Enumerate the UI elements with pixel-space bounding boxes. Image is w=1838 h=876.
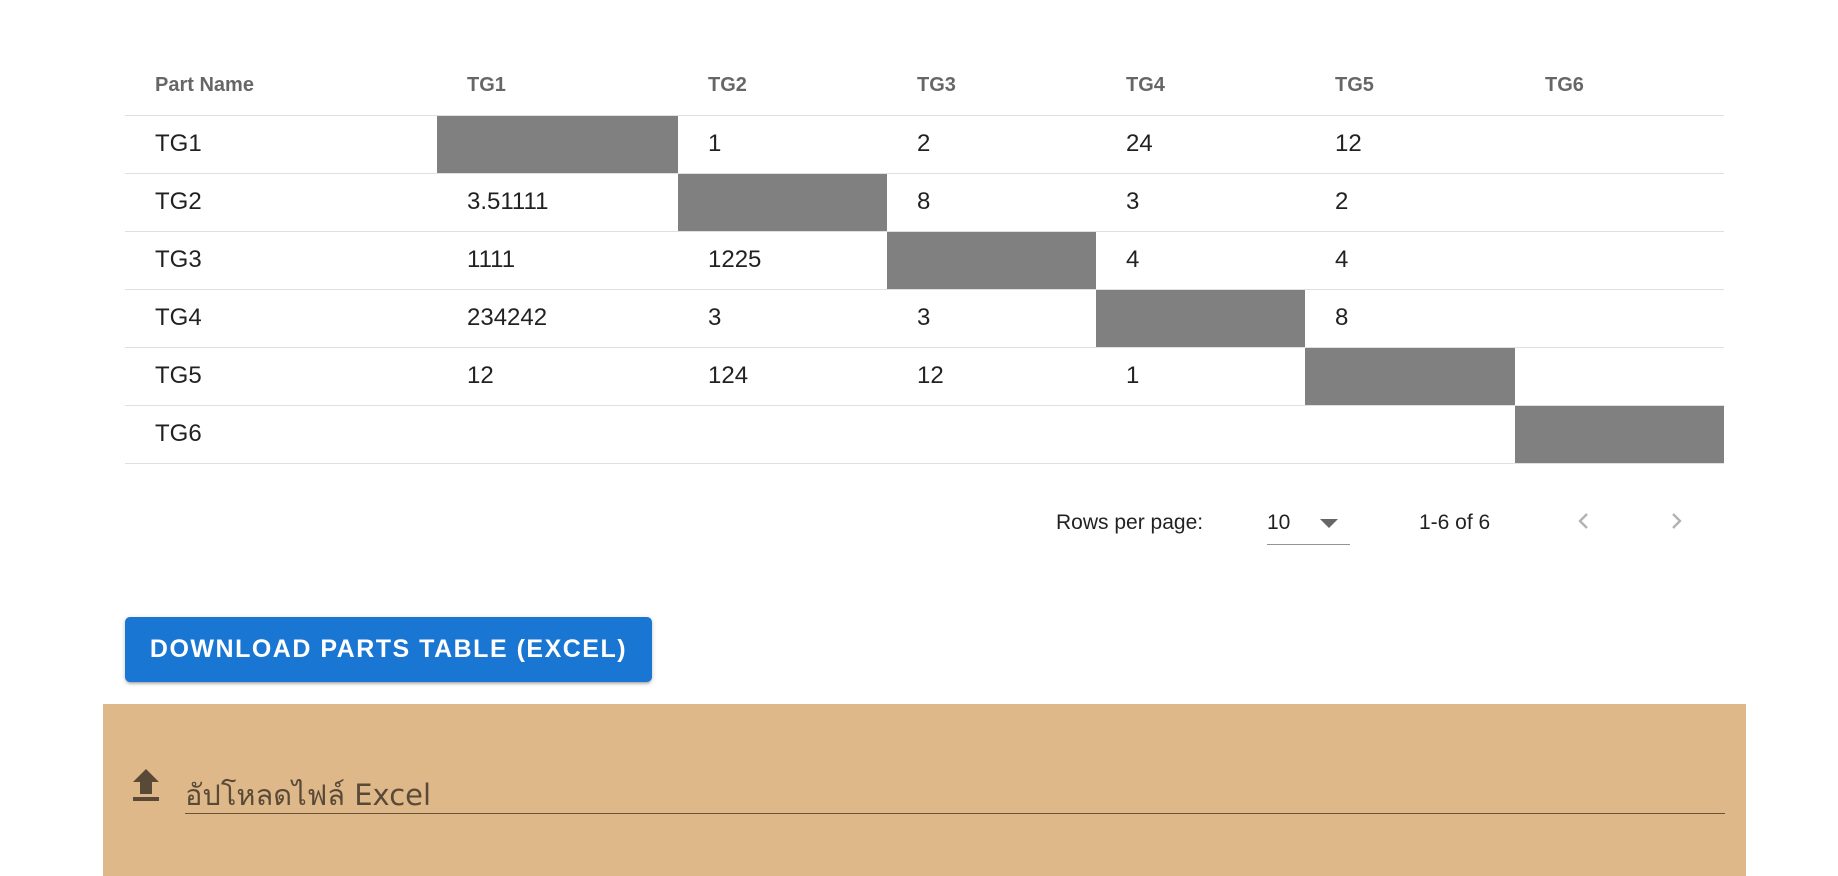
table-cell[interactable]: 3.51111	[437, 173, 678, 232]
column-header-tg2[interactable]: TG2	[678, 56, 887, 116]
table-cell[interactable]: 124	[678, 347, 887, 406]
table-cell[interactable]	[1515, 173, 1724, 232]
table-cell[interactable]	[1096, 405, 1305, 464]
table-cell[interactable]: 234242	[437, 289, 678, 348]
table-cell[interactable]: 4	[1305, 231, 1515, 290]
dropdown-arrow-icon	[1320, 519, 1338, 528]
table-cell[interactable]: 3	[678, 289, 887, 348]
table-cell[interactable]: 4	[1096, 231, 1305, 290]
table-row: TG2 3.51111 8 3 2	[125, 173, 1724, 232]
table-cell[interactable]: 12	[437, 347, 678, 406]
table-cell[interactable]	[1305, 405, 1515, 464]
table-row: TG4 234242 3 3 8	[125, 289, 1724, 348]
table-cell[interactable]: 1	[1096, 347, 1305, 406]
table-cell[interactable]: 1111	[437, 231, 678, 290]
table-cell[interactable]	[1515, 115, 1724, 174]
table-cell[interactable]: 3	[887, 289, 1096, 348]
table-cell[interactable]	[1515, 231, 1724, 290]
download-parts-table-button[interactable]: DOWNLOAD PARTS TABLE (EXCEL)	[125, 617, 652, 682]
column-header-tg4[interactable]: TG4	[1096, 56, 1305, 116]
previous-page-button[interactable]	[1562, 499, 1606, 543]
table-row: TG3 1111 1225 4 4	[125, 231, 1724, 290]
table-cell[interactable]	[437, 405, 678, 464]
row-name-cell: TG1	[125, 115, 437, 174]
table-cell[interactable]	[887, 405, 1096, 464]
table-cell[interactable]: 2	[887, 115, 1096, 174]
row-name-cell: TG3	[125, 231, 437, 290]
diagonal-cell	[887, 231, 1096, 290]
table-cell[interactable]: 12	[887, 347, 1096, 406]
table-cell[interactable]	[1515, 289, 1724, 348]
next-page-button[interactable]	[1654, 499, 1698, 543]
upload-panel: อัปโหลดไฟล์ Excel	[103, 704, 1746, 876]
table-header-row: Part Name TG1 TG2 TG3 TG4 TG5 TG6	[125, 56, 1724, 116]
column-header-tg3[interactable]: TG3	[887, 56, 1096, 116]
diagonal-cell	[437, 115, 678, 174]
column-header-tg1[interactable]: TG1	[437, 56, 678, 116]
diagonal-cell	[1515, 405, 1724, 464]
row-name-cell: TG6	[125, 405, 437, 464]
diagonal-cell	[1096, 289, 1305, 348]
table-cell[interactable]: 2	[1305, 173, 1515, 232]
upload-file-field[interactable]: อัปโหลดไฟล์ Excel	[185, 760, 1725, 814]
row-name-cell: TG4	[125, 289, 437, 348]
table-cell[interactable]: 24	[1096, 115, 1305, 174]
row-name-cell: TG5	[125, 347, 437, 406]
column-header-tg5[interactable]: TG5	[1305, 56, 1515, 116]
pagination-range: 1-6 of 6	[1419, 511, 1491, 534]
table-pagination: Rows per page: 10 1-6 of 6	[0, 495, 1838, 555]
table-cell[interactable]: 3	[1096, 173, 1305, 232]
rows-per-page-label: Rows per page:	[1056, 511, 1204, 534]
diagonal-cell	[1305, 347, 1515, 406]
table-row: TG1 1 2 24 12	[125, 115, 1724, 174]
table-cell[interactable]: 8	[1305, 289, 1515, 348]
rows-per-page-select[interactable]: 10	[1267, 499, 1350, 545]
upload-icon[interactable]	[130, 768, 162, 802]
table-cell[interactable]	[1515, 347, 1724, 406]
column-header-part-name[interactable]: Part Name	[125, 56, 437, 116]
row-name-cell: TG2	[125, 173, 437, 232]
table-cell[interactable]	[678, 405, 887, 464]
table-row: TG5 12 124 12 1	[125, 347, 1724, 406]
column-header-tg6[interactable]: TG6	[1515, 56, 1724, 116]
rows-per-page-value: 10	[1267, 511, 1291, 534]
table-cell[interactable]: 12	[1305, 115, 1515, 174]
chevron-left-icon	[1578, 513, 1588, 529]
diagonal-cell	[678, 173, 887, 232]
chevron-right-icon	[1672, 513, 1682, 529]
table-cell[interactable]: 1225	[678, 231, 887, 290]
table-cell[interactable]: 8	[887, 173, 1096, 232]
parts-table-container: Part Name TG1 TG2 TG3 TG4 TG5 TG6 TG1 1 …	[125, 56, 1724, 464]
upload-field-label: อัปโหลดไฟล์ Excel	[185, 778, 432, 812]
parts-matrix-table: Part Name TG1 TG2 TG3 TG4 TG5 TG6 TG1 1 …	[125, 56, 1724, 464]
table-row: TG6	[125, 405, 1724, 464]
table-cell[interactable]: 1	[678, 115, 887, 174]
